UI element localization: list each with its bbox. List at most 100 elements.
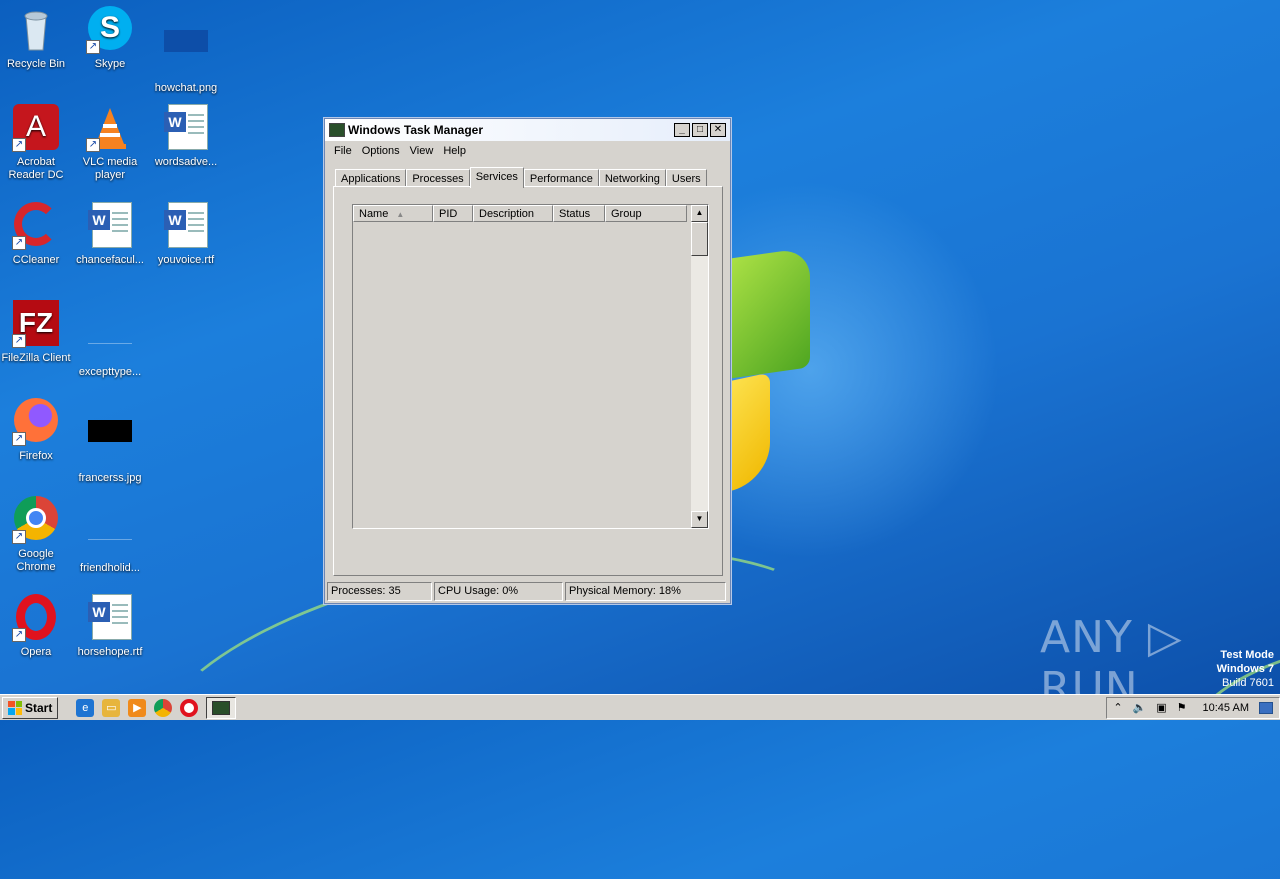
desktop-icon-firefox[interactable]: ↗ Firefox [0,398,74,463]
shortcut-arrow-icon: ↗ [12,530,26,544]
desktop-icon-chancefacul[interactable]: W chancefacul... [72,202,148,267]
watermark-line: Windows 7 [1216,663,1274,675]
image-file-icon [162,30,210,78]
explorer-icon[interactable]: ▭ [102,698,121,717]
scroll-thumb[interactable] [691,222,708,256]
desktop-icon-label: excepttype... [78,366,142,378]
scroll-up-icon[interactable]: ▲ [691,205,708,222]
action-center-flag-icon[interactable]: ⚑ [1177,701,1187,714]
tab-networking[interactable]: Networking [598,169,666,187]
shortcut-arrow-icon: ↗ [12,334,26,348]
vertical-scrollbar[interactable]: ▲ ▼ [691,205,708,528]
acrobat-icon: A ↗ [12,104,60,152]
image-file-icon [86,314,134,362]
tab-users[interactable]: Users [665,169,707,187]
menu-options[interactable]: Options [357,145,405,157]
filezilla-icon: FZ ↗ [12,300,60,348]
desktop-icon-francerss[interactable]: francerss.jpg [72,398,148,485]
desktop-icon-friendholid[interactable]: friendholid... [72,496,148,575]
shortcut-arrow-icon: ↗ [12,432,26,446]
desktop-icon-label: VLC media player [82,156,138,181]
clock[interactable]: 10:45 AM [1203,702,1249,714]
desktop-icon-label: Recycle Bin [6,58,66,70]
watermark-line: Build 7601 [1222,677,1274,689]
desktop-icon-label: FileZilla Client [1,352,71,364]
desktop-icon-label: friendholid... [80,562,140,574]
chrome-icon: ↗ [12,496,60,544]
show-hidden-icons-icon[interactable]: ⌃ [1113,701,1122,714]
list-header: Name ▲ PID Description Status Group [353,205,708,222]
system-tray: ⌃ 🔈 ▣ ⚑ 10:45 AM [1106,696,1280,719]
column-status[interactable]: Status [553,205,605,222]
media-player-icon[interactable]: ▶ [128,698,147,717]
desktop-icon-opera[interactable]: ↗ Opera [0,594,74,659]
network-icon[interactable]: ▣ [1156,701,1166,714]
desktop-icon-label: howchat.png [154,82,218,94]
recycle-bin-icon [12,6,60,54]
taskbar-task-manager-button[interactable] [206,696,237,719]
desktop-icon-excepttype[interactable]: excepttype... [72,300,148,379]
desktop-icon-chrome[interactable]: ↗ Google Chrome [0,496,74,574]
scroll-down-icon[interactable]: ▼ [691,511,708,528]
tab-processes[interactable]: Processes [406,169,470,187]
word-doc-icon: W [86,202,134,250]
column-pid[interactable]: PID [433,205,473,222]
firefox-icon: ↗ [12,398,60,446]
minimize-button[interactable]: _ [674,123,690,137]
desktop-icon-horsehope[interactable]: W horsehope.rtf [72,594,148,659]
desktop-icon-skype[interactable]: S ↗ Skype [72,6,148,71]
tab-services[interactable]: Services [469,167,524,188]
services-panel: Name ▲ PID Description Status Group ▲ ▼ [333,186,723,576]
menu-view[interactable]: View [405,145,439,157]
watermark-line: Test Mode [1220,649,1274,661]
test-mode-watermark: Test Mode Windows 7 Build 7601 [1217,648,1274,690]
shortcut-arrow-icon: ↗ [12,236,26,250]
desktop-icon-label: chancefacul... [76,254,144,266]
close-button[interactable]: ✕ [710,123,726,137]
menu-file[interactable]: File [329,145,357,157]
chrome-icon[interactable] [154,698,173,717]
column-description[interactable]: Description [473,205,553,222]
desktop-icon-howchat[interactable]: howchat.png [148,6,224,95]
shortcut-arrow-icon: ↗ [12,628,26,642]
tab-strip: Applications Processes Services Performa… [335,167,707,188]
desktop-icon-filezilla[interactable]: FZ ↗ FileZilla Client [0,300,74,365]
desktop-icon-label: horsehope.rtf [77,646,143,658]
volume-icon[interactable]: 🔈 [1133,701,1147,714]
tab-performance[interactable]: Performance [523,169,599,187]
menu-bar: File Options View Help [325,141,730,161]
image-file-icon [86,510,134,558]
task-manager-window[interactable]: Windows Task Manager _ □ ✕ File Options … [324,118,731,604]
desktop-icon-label: Acrobat Reader DC [8,156,64,181]
desktop-icon-label: Google Chrome [16,548,56,573]
vlc-icon: ↗ [86,104,134,152]
status-processes: Processes: 35 [327,582,432,601]
column-name[interactable]: Name ▲ [353,205,433,222]
window-titlebar[interactable]: Windows Task Manager _ □ ✕ [325,119,730,141]
desktop-icon-wordsadve[interactable]: W wordsadve... [148,104,224,169]
status-bar: Processes: 35 CPU Usage: 0% Physical Mem… [327,582,728,601]
skype-icon: S ↗ [86,6,134,54]
ie-icon[interactable]: e [76,698,95,717]
desktop-icon-label: wordsadve... [154,156,218,168]
start-button[interactable]: Start [2,696,59,719]
desktop-icon-ccleaner[interactable]: ↗ CCleaner [0,202,74,267]
desktop-icon-youvoice[interactable]: W youvoice.rtf [148,202,224,267]
word-doc-icon: W [86,594,134,642]
column-group[interactable]: Group [605,205,687,222]
desktop-icon-vlc[interactable]: ↗ VLC media player [72,104,148,182]
menu-help[interactable]: Help [438,145,471,157]
desktop-icon-label: francerss.jpg [78,472,142,484]
services-list[interactable]: Name ▲ PID Description Status Group ▲ ▼ [352,204,709,529]
desktop-icon-recycle-bin[interactable]: Recycle Bin [0,6,74,71]
show-desktop-icon[interactable] [1259,701,1273,714]
ccleaner-icon: ↗ [12,202,60,250]
opera-icon[interactable] [180,698,199,717]
taskbar: Start e ▭ ▶ ⌃ 🔈 ▣ ⚑ 10:45 AM [0,694,1280,720]
shortcut-arrow-icon: ↗ [86,40,100,54]
status-cpu: CPU Usage: 0% [434,582,563,601]
desktop-icon-label: Firefox [19,450,53,462]
desktop-icon-acrobat[interactable]: A ↗ Acrobat Reader DC [0,104,74,182]
tab-applications[interactable]: Applications [335,169,407,187]
maximize-button[interactable]: □ [692,123,708,137]
